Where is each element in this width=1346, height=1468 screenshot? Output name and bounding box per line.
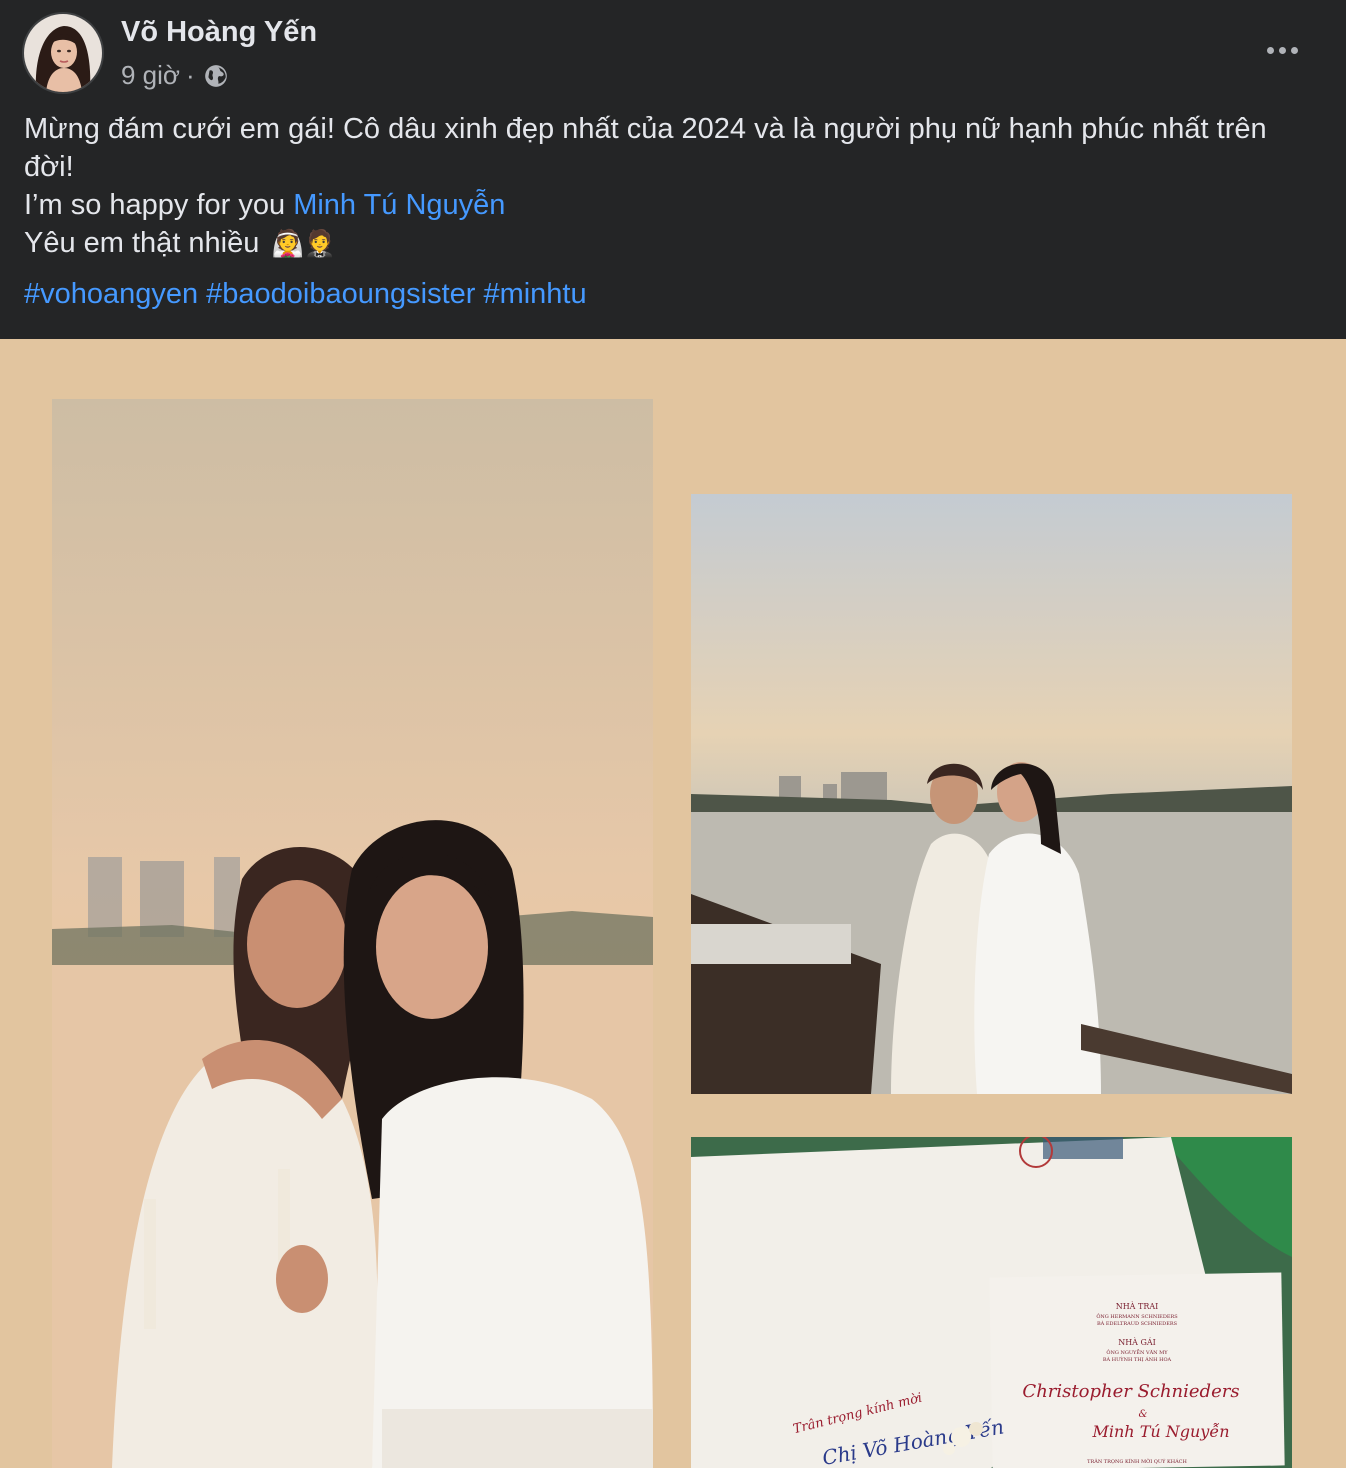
groom-parent-2: BÀ EDELTRAUD SCHNIEDERS [1097,1320,1178,1327]
bride-parent-2: BÀ HUỲNH THỊ ÁNH HOA [1103,1355,1172,1363]
meta-separator: · [185,60,195,90]
hashtag-link[interactable]: #vohoangyen [24,278,198,311]
photo-river-deck[interactable] [691,494,1292,1094]
more-options-button[interactable] [1260,34,1304,66]
groom-side-label: NHÀ TRAI [1116,1302,1159,1311]
photo-invitation[interactable]: NHÀ TRAI ÔNG HERMANN SCHNIEDERS BÀ EDELT… [691,1137,1292,1468]
author-name[interactable]: Võ Hoàng Yến [121,16,317,49]
globe-icon[interactable] [203,63,229,89]
hashtag-list: #vohoangyen #baodoibaoungsister #minhtu [24,278,587,311]
photo-portrait[interactable] [52,399,653,1468]
invitation-footer-line: TRÂN TRỌNG KÍNH MỜI QUÝ KHÁCH [1087,1457,1187,1465]
post-line-2: I’m so happy for you Minh Tú Nguyễn [24,189,506,221]
hashtag-link[interactable]: #baodoibaoungsister [206,278,475,311]
avatar-image [24,14,102,92]
groom-name-script: Christopher Schnieders [1022,1381,1239,1402]
post-time[interactable]: 9 giờ [121,60,180,91]
portrait-image [52,399,653,1468]
river-deck-image [691,494,1292,1094]
post-meta: 9 giờ · [121,60,229,91]
author-avatar[interactable] [24,14,102,92]
bride-name-script: Minh Tú Nguyễn [1092,1422,1230,1441]
post-line-1: Mừng đám cưới em gái! Cô dâu xinh đẹp nh… [24,113,1267,183]
bride-side-label: NHÀ GÁI [1118,1338,1156,1347]
bride-groom-emoji: 👰🤵 [271,229,337,260]
more-horizontal-icon [1266,46,1274,54]
groom-parent-1: ÔNG HERMANN SCHNIEDERS [1096,1312,1178,1320]
post-media: NHÀ TRAI ÔNG HERMANN SCHNIEDERS BÀ EDELT… [0,339,1346,1468]
mention-link[interactable]: Minh Tú Nguyễn [293,189,505,221]
post-line-3: Yêu em thật nhiều 👰🤵 [24,227,337,260]
invitation-image: NHÀ TRAI ÔNG HERMANN SCHNIEDERS BÀ EDELT… [691,1137,1292,1468]
post-body: Mừng đám cưới em gái! Cô dâu xinh đẹp nh… [24,110,1314,263]
hashtag-link[interactable]: #minhtu [483,278,586,311]
ampersand-script: & [1139,1409,1148,1420]
post-header: Võ Hoàng Yến 9 giờ · [0,0,1346,100]
